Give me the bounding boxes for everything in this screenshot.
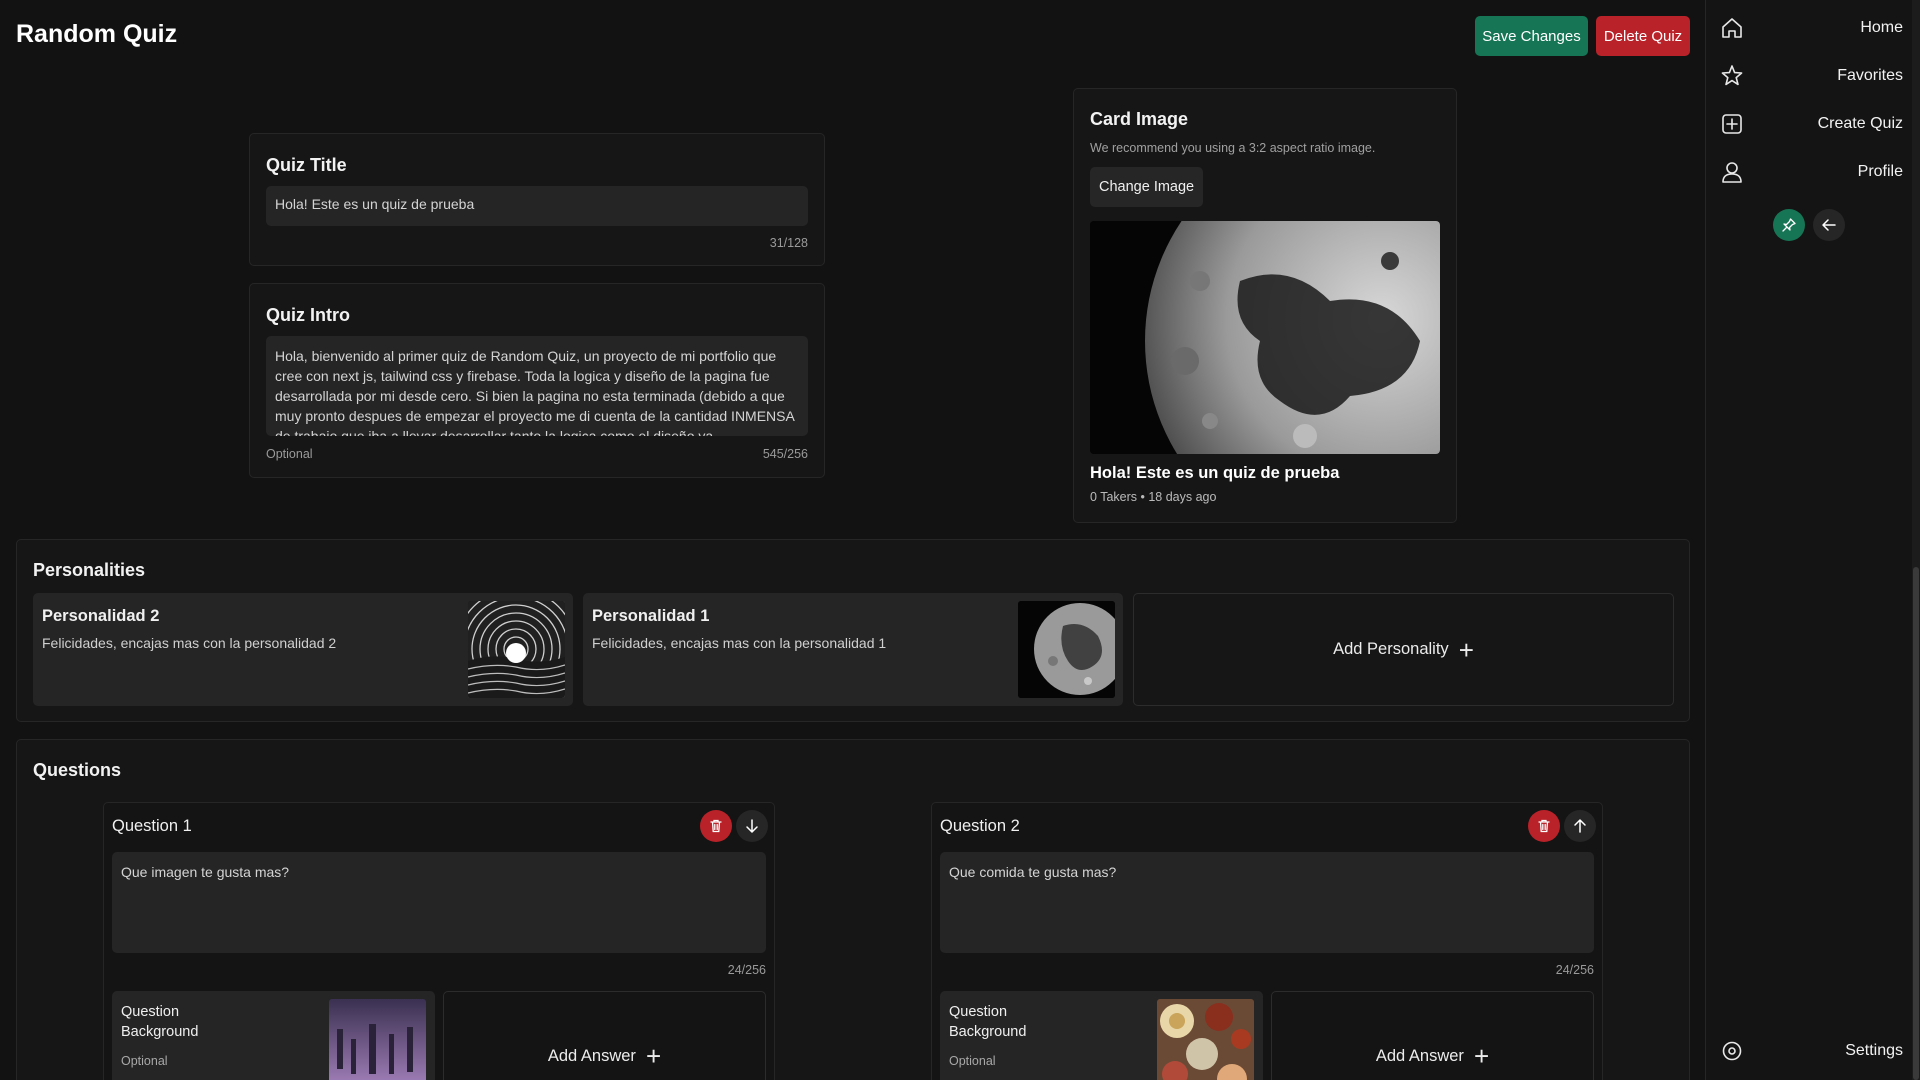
question-counter: 24/256 bbox=[727, 963, 766, 977]
quiz-title-input[interactable]: Hola! Este es un quiz de prueba bbox=[266, 186, 808, 226]
change-image-button[interactable]: Change Image bbox=[1090, 167, 1204, 207]
add-answer-label: Add Answer bbox=[1375, 1046, 1464, 1065]
sidebar-item-settings[interactable]: Settings bbox=[1706, 1029, 1906, 1073]
plus-icon: + bbox=[1473, 1041, 1490, 1071]
personality-name: Personalidad 1 bbox=[592, 607, 710, 625]
delete-quiz-button[interactable]: Delete Quiz bbox=[1596, 16, 1690, 56]
question-background-picker[interactable]: Question Background Optional bbox=[940, 991, 1263, 1080]
personality-description: Felicidades, encajas mas con la personal… bbox=[42, 635, 337, 651]
main-content: Random Quiz Save Changes Delete Quiz Qui… bbox=[0, 0, 1705, 1080]
arrow-up-icon[interactable] bbox=[1564, 810, 1596, 842]
plus-icon: + bbox=[1458, 634, 1474, 665]
questions-heading: Questions bbox=[33, 760, 122, 780]
quiz-intro-counter: 545/256 bbox=[762, 447, 808, 461]
personality-image bbox=[468, 601, 565, 698]
trash-icon[interactable] bbox=[1528, 810, 1560, 842]
quiz-intro-heading: Quiz Intro bbox=[266, 305, 350, 325]
questions-section: Questions Question 1 Que imagen te gusta… bbox=[16, 739, 1690, 1080]
quiz-title-card: Quiz Title Hola! Este es un quiz de prue… bbox=[249, 133, 825, 266]
pin-icon[interactable] bbox=[1773, 209, 1805, 241]
card-image-card: Card Image We recommend you using a 3:2 … bbox=[1073, 88, 1457, 523]
question-background-picker[interactable]: Question Background Optional bbox=[112, 991, 435, 1080]
question-background-optional: Optional bbox=[121, 1054, 168, 1068]
personality-card[interactable]: Personalidad 1 Felicidades, encajas mas … bbox=[583, 593, 1123, 706]
question-textarea[interactable]: Que comida te gusta mas? bbox=[940, 852, 1594, 953]
card-image-hint: We recommend you using a 3:2 aspect rati… bbox=[1090, 141, 1376, 155]
sidebar-item-home[interactable]: Home bbox=[1706, 6, 1906, 50]
quiz-title-heading: Quiz Title bbox=[266, 155, 347, 175]
sidebar-item-favorites[interactable]: Favorites bbox=[1706, 54, 1906, 98]
question-background-label: Question Background bbox=[949, 1004, 1027, 1040]
quiz-intro-optional: Optional bbox=[266, 447, 313, 461]
quiz-title-counter: 31/128 bbox=[769, 236, 808, 250]
save-changes-button[interactable]: Save Changes bbox=[1475, 16, 1588, 56]
sidebar: Home Favorites Create Quiz Profile Setti… bbox=[1705, 0, 1920, 1080]
personality-description: Felicidades, encajas mas con la personal… bbox=[592, 635, 887, 651]
card-preview-meta: 0 Takers • 18 days ago bbox=[1090, 490, 1217, 504]
home-icon bbox=[1719, 15, 1745, 41]
scrollbar-thumb[interactable] bbox=[1913, 567, 1919, 1080]
add-personality-label: Add Personality bbox=[1333, 640, 1449, 658]
star-icon bbox=[1719, 63, 1745, 89]
personalities-section: Personalities Personalidad 2 Felicidades… bbox=[16, 539, 1690, 722]
sidebar-item-label: Create Quiz bbox=[1817, 115, 1903, 132]
arrow-left-icon[interactable] bbox=[1813, 209, 1845, 241]
card-image-heading: Card Image bbox=[1090, 109, 1189, 129]
card-preview-title: Hola! Este es un quiz de prueba bbox=[1090, 464, 1340, 482]
question-background-image bbox=[329, 999, 426, 1080]
add-answer-button[interactable]: Add Answer + bbox=[443, 991, 766, 1080]
trash-icon[interactable] bbox=[700, 810, 732, 842]
sidebar-item-label: Favorites bbox=[1837, 67, 1903, 84]
personality-name: Personalidad 2 bbox=[42, 607, 160, 625]
question-label: Question 2 bbox=[940, 817, 1020, 835]
question-card: Question 2 Que comida te gusta mas? 24/2… bbox=[931, 802, 1603, 1080]
sidebar-item-label: Profile bbox=[1857, 163, 1903, 180]
plus-icon: + bbox=[645, 1041, 662, 1071]
add-personality-button[interactable]: Add Personality + bbox=[1133, 593, 1674, 706]
quiz-intro-textarea[interactable]: Hola, bienvenido al primer quiz de Rando… bbox=[266, 336, 808, 436]
gear-icon bbox=[1719, 1038, 1745, 1064]
sidebar-item-label: Home bbox=[1860, 19, 1903, 36]
question-background-optional: Optional bbox=[949, 1054, 996, 1068]
arrow-down-icon[interactable] bbox=[736, 810, 768, 842]
scrollbar[interactable] bbox=[1912, 0, 1920, 1080]
personality-image bbox=[1018, 601, 1115, 698]
question-label: Question 1 bbox=[112, 817, 192, 835]
personality-card[interactable]: Personalidad 2 Felicidades, encajas mas … bbox=[33, 593, 573, 706]
card-image-preview bbox=[1090, 221, 1440, 454]
plus-square-icon bbox=[1719, 111, 1745, 137]
question-textarea[interactable]: Que imagen te gusta mas? bbox=[112, 852, 766, 953]
sidebar-item-profile[interactable]: Profile bbox=[1706, 150, 1906, 194]
question-background-label: Question Background bbox=[121, 1004, 199, 1040]
add-answer-button[interactable]: Add Answer + bbox=[1271, 991, 1594, 1080]
sidebar-item-label: Settings bbox=[1845, 1042, 1903, 1059]
question-card: Question 1 Que imagen te gusta mas? 24/2… bbox=[103, 802, 775, 1080]
app-title: Random Quiz bbox=[16, 20, 178, 48]
user-icon bbox=[1719, 159, 1745, 185]
question-background-image bbox=[1157, 999, 1254, 1080]
quiz-intro-card: Quiz Intro Hola, bienvenido al primer qu… bbox=[249, 283, 825, 478]
personalities-heading: Personalities bbox=[33, 560, 146, 580]
question-counter: 24/256 bbox=[1555, 963, 1594, 977]
sidebar-item-create-quiz[interactable]: Create Quiz bbox=[1706, 102, 1906, 146]
add-answer-label: Add Answer bbox=[547, 1046, 636, 1065]
